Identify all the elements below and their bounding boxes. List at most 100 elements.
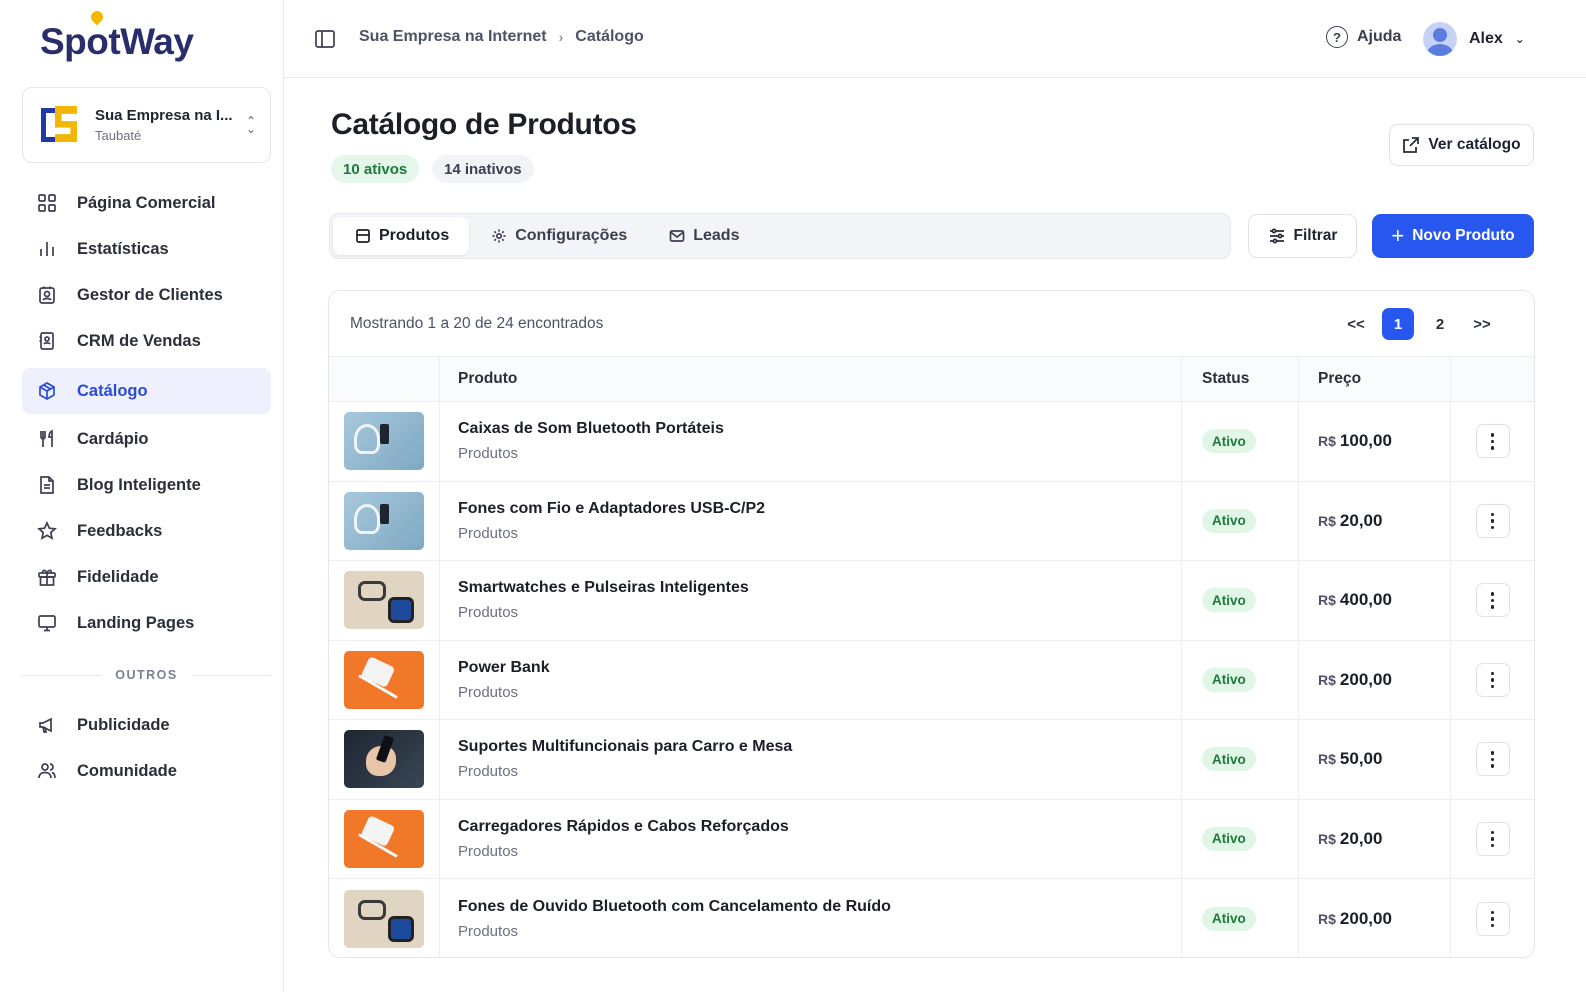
product-name[interactable]: Carregadores Rápidos e Cabos Reforçados — [458, 818, 1181, 836]
view-catalog-button[interactable]: Ver catálogo — [1389, 124, 1534, 166]
product-thumbnail[interactable] — [344, 491, 424, 550]
product-name[interactable]: Suportes Multifuncionais para Carro e Me… — [458, 738, 1181, 756]
sidebar-item-feedbacks[interactable]: Feedbacks — [22, 508, 271, 554]
product-name[interactable]: Power Bank — [458, 659, 1181, 677]
product-name[interactable]: Caixas de Som Bluetooth Portáteis — [458, 420, 1181, 438]
store-icon — [356, 229, 370, 243]
table-row[interactable]: Carregadores Rápidos e Cabos Reforçados … — [329, 799, 1534, 879]
sidebar: Sp o tWay Sua Empresa na I... Taubaté ⌃ ⌄ P… — [0, 0, 284, 992]
help-button[interactable]: ? Ajuda — [1326, 26, 1401, 48]
tab-configuracoes[interactable]: Configurações — [469, 217, 647, 255]
sidebar-item-gestor-de-clientes[interactable]: Gestor de Clientes — [22, 272, 271, 318]
pagination-page-2[interactable]: 2 — [1424, 308, 1456, 340]
price-amount: 50,00 — [1339, 749, 1383, 769]
product-category: Produtos — [458, 842, 519, 860]
price-amount: 400,00 — [1339, 590, 1392, 610]
product-name[interactable]: Smartwatches e Pulseiras Inteligentes — [458, 579, 1181, 597]
tab-leads[interactable]: Leads — [647, 217, 759, 255]
sidebar-item-catalogo[interactable]: Catálogo — [22, 368, 271, 414]
product-name[interactable]: Fones de Ouvido Bluetooth com Cancelamen… — [458, 898, 1181, 916]
currency-symbol: R$ — [1318, 830, 1336, 847]
product-category: Produtos — [458, 683, 519, 701]
sidebar-item-crm-de-vendas[interactable]: CRM de Vendas — [22, 318, 271, 364]
header-price[interactable]: Preço — [1299, 357, 1451, 401]
currency-symbol: R$ — [1318, 751, 1336, 768]
plus-icon: + — [1391, 223, 1405, 248]
currency-symbol: R$ — [1318, 671, 1336, 688]
more-vertical-icon[interactable] — [1475, 901, 1510, 936]
table-row[interactable]: Suportes Multifuncionais para Carro e Me… — [329, 720, 1534, 800]
price-cell: R$ 400,00 — [1299, 561, 1451, 640]
table-row[interactable]: Fones com Fio e Adaptadores USB-C/P2 Pro… — [329, 481, 1534, 561]
avatar — [1423, 22, 1457, 56]
product-cell: Suportes Multifuncionais para Carro e Me… — [440, 720, 1182, 799]
more-vertical-icon[interactable] — [1475, 424, 1510, 459]
tab-produtos[interactable]: Produtos — [333, 217, 470, 255]
table-row[interactable]: Power Bank Produtos Ativo R$ 200,00 — [329, 640, 1534, 720]
company-switcher[interactable]: Sua Empresa na I... Taubaté ⌃ ⌄ — [22, 87, 271, 163]
user-menu[interactable]: Alex ⌄ — [1423, 22, 1525, 56]
product-thumbnail[interactable] — [344, 650, 424, 709]
more-vertical-icon[interactable] — [1475, 503, 1510, 538]
pagination-last[interactable]: >> — [1466, 308, 1498, 340]
product-thumbnail[interactable] — [344, 809, 424, 868]
status-badge: Ativo — [1202, 508, 1256, 533]
product-cell: Carregadores Rápidos e Cabos Reforçados … — [440, 799, 1182, 878]
spotway-logo[interactable]: Sp o tWay — [40, 16, 194, 68]
more-vertical-icon[interactable] — [1475, 821, 1510, 856]
product-thumbnail[interactable] — [344, 571, 424, 630]
product-category: Produtos — [458, 445, 519, 463]
breadcrumb-item-company[interactable]: Sua Empresa na Internet — [359, 28, 547, 46]
page-title: Catálogo de Produtos — [331, 108, 637, 141]
sidebar-item-blog-inteligente[interactable]: Blog Inteligente — [22, 462, 271, 508]
header-status[interactable]: Status — [1182, 357, 1299, 401]
sidebar-item-estatisticas[interactable]: Estatísticas — [22, 226, 271, 272]
new-product-button[interactable]: + Novo Produto — [1372, 214, 1534, 258]
filter-button[interactable]: Filtrar — [1248, 214, 1357, 258]
sidebar-item-label: Fidelidade — [77, 567, 159, 586]
price-amount: 200,00 — [1339, 669, 1392, 689]
price-cell: R$ 100,00 — [1299, 402, 1451, 481]
megaphone-icon — [36, 714, 58, 736]
sidebar-item-fidelidade[interactable]: Fidelidade — [22, 554, 271, 600]
table-header: Produto Status Preço — [329, 357, 1534, 402]
product-name[interactable]: Fones com Fio e Adaptadores USB-C/P2 — [458, 500, 1181, 518]
table-row[interactable]: Caixas de Som Bluetooth Portáteis Produt… — [329, 402, 1534, 482]
product-thumbnail[interactable] — [344, 412, 424, 471]
status-badge: Ativo — [1202, 826, 1256, 851]
more-vertical-icon[interactable] — [1475, 583, 1510, 618]
product-price: R$ 200,00 — [1318, 670, 1392, 690]
company-city: Taubaté — [95, 128, 142, 143]
price-amount: 100,00 — [1339, 431, 1392, 451]
more-vertical-icon[interactable] — [1475, 742, 1510, 777]
pagination: << 1 2 >> — [1330, 308, 1498, 340]
product-thumbnail[interactable] — [344, 889, 424, 948]
chevron-right-icon: › — [558, 29, 564, 45]
actions-cell — [1451, 482, 1534, 561]
sidebar-item-cardapio[interactable]: Cardápio — [22, 416, 271, 462]
pagination-first[interactable]: << — [1340, 308, 1372, 340]
sidebar-item-label: CRM de Vendas — [77, 331, 201, 350]
currency-symbol: R$ — [1318, 512, 1336, 529]
pagination-page-1[interactable]: 1 — [1382, 308, 1414, 340]
sidebar-item-comunidade[interactable]: Comunidade — [22, 748, 271, 794]
table-row[interactable]: Smartwatches e Pulseiras Inteligentes Pr… — [329, 561, 1534, 641]
status-cell: Ativo — [1182, 402, 1299, 481]
product-image-cell — [329, 640, 440, 719]
sidebar-item-pagina-comercial[interactable]: Página Comercial — [22, 180, 271, 226]
actions-cell — [1451, 402, 1534, 481]
header-actions-col — [1451, 357, 1534, 401]
sliders-icon — [1269, 228, 1284, 244]
company-name: Sua Empresa na I... — [95, 107, 233, 124]
table-row[interactable]: Fones de Ouvido Bluetooth com Cancelamen… — [329, 879, 1534, 957]
header-product[interactable]: Produto — [440, 357, 1182, 401]
sidebar-toggle-icon[interactable] — [314, 28, 336, 50]
product-thumbnail[interactable] — [344, 730, 424, 789]
star-icon — [36, 520, 58, 542]
sidebar-item-landing-pages[interactable]: Landing Pages — [22, 600, 271, 646]
tab-label: Produtos — [379, 227, 450, 244]
currency-symbol: R$ — [1318, 910, 1336, 927]
sidebar-item-publicidade[interactable]: Publicidade — [22, 702, 271, 748]
breadcrumb-item-current[interactable]: Catálogo — [575, 28, 643, 46]
more-vertical-icon[interactable] — [1475, 662, 1510, 697]
